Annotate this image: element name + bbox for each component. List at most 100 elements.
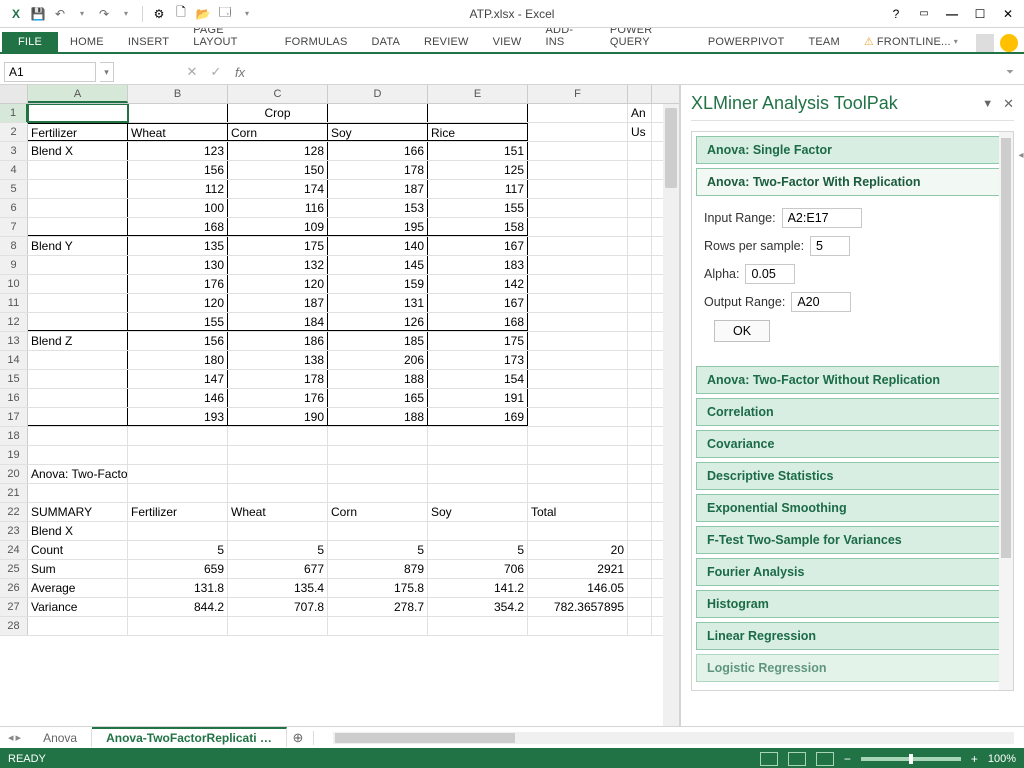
cell[interactable] xyxy=(28,256,128,274)
cell[interactable]: Sum xyxy=(28,560,128,578)
row-header[interactable]: 18 xyxy=(0,427,28,445)
cell[interactable]: 176 xyxy=(228,389,328,407)
ribbon-tab-file[interactable]: FILE xyxy=(2,32,58,52)
cell[interactable] xyxy=(528,294,628,312)
row-header[interactable]: 5 xyxy=(0,180,28,198)
cell[interactable] xyxy=(528,123,628,141)
cell[interactable] xyxy=(128,446,228,464)
cell[interactable]: 782.3657895 xyxy=(528,598,628,616)
row-header[interactable]: 7 xyxy=(0,218,28,236)
cell[interactable] xyxy=(628,503,652,521)
cell[interactable] xyxy=(628,275,652,293)
row-header[interactable]: 27 xyxy=(0,598,28,616)
cell[interactable]: Blend X xyxy=(28,142,128,160)
cell[interactable]: 184 xyxy=(228,313,328,331)
cell[interactable]: 178 xyxy=(328,161,428,179)
cell[interactable] xyxy=(528,161,628,179)
tool-item[interactable]: Correlation xyxy=(696,398,1009,426)
cell[interactable]: 168 xyxy=(428,313,528,331)
cell[interactable] xyxy=(328,427,428,445)
zoom-in-icon[interactable]: + xyxy=(971,752,978,766)
cell[interactable]: 154 xyxy=(428,370,528,388)
cell[interactable] xyxy=(128,522,228,540)
cell[interactable]: 190 xyxy=(228,408,328,426)
cell[interactable]: 146.05 xyxy=(528,579,628,597)
cell[interactable]: 175 xyxy=(428,332,528,350)
cell[interactable] xyxy=(528,104,628,122)
cell[interactable] xyxy=(428,465,528,483)
cell[interactable] xyxy=(328,484,428,502)
cell[interactable] xyxy=(28,484,128,502)
name-box[interactable] xyxy=(4,62,96,82)
cell[interactable]: 20 xyxy=(528,541,628,559)
cell[interactable]: 176 xyxy=(128,275,228,293)
cell[interactable]: 193 xyxy=(128,408,228,426)
ribbon-display-icon[interactable]: ▭ xyxy=(912,4,936,24)
cell[interactable]: 5 xyxy=(128,541,228,559)
cell[interactable]: Blend X xyxy=(28,522,128,540)
zoom-out-icon[interactable]: − xyxy=(844,752,851,766)
cell[interactable]: 145 xyxy=(328,256,428,274)
cell[interactable] xyxy=(28,199,128,217)
cell[interactable]: 112 xyxy=(128,180,228,198)
cell[interactable] xyxy=(628,332,652,350)
cell[interactable]: 166 xyxy=(328,142,428,160)
cell[interactable] xyxy=(228,427,328,445)
cell[interactable]: Blend Y xyxy=(28,237,128,255)
cell[interactable] xyxy=(628,218,652,236)
cell[interactable]: 165 xyxy=(328,389,428,407)
cell[interactable] xyxy=(28,294,128,312)
row-header[interactable]: 2 xyxy=(0,123,28,141)
cell[interactable] xyxy=(128,104,228,122)
col-header-B[interactable]: B xyxy=(128,85,228,103)
sheet-tab-anova[interactable]: Anova xyxy=(29,729,92,747)
cell[interactable] xyxy=(528,484,628,502)
cell[interactable]: 130 xyxy=(128,256,228,274)
qat-dd-icon[interactable]: ▾ xyxy=(237,4,257,24)
cell[interactable]: 132 xyxy=(228,256,328,274)
row-header[interactable]: 9 xyxy=(0,256,28,274)
taskpane-menu-icon[interactable]: ▼ xyxy=(982,98,993,110)
cell[interactable]: 167 xyxy=(428,294,528,312)
cell[interactable] xyxy=(428,522,528,540)
cell[interactable]: 135 xyxy=(128,237,228,255)
cell[interactable]: 187 xyxy=(228,294,328,312)
view-pagelayout-icon[interactable] xyxy=(788,752,806,766)
cell[interactable]: 5 xyxy=(328,541,428,559)
sheet-splitter[interactable] xyxy=(313,731,319,745)
cell[interactable]: An xyxy=(628,104,652,122)
cell[interactable]: 142 xyxy=(428,275,528,293)
cell[interactable]: 158 xyxy=(428,218,528,236)
output-range-field[interactable] xyxy=(791,292,851,312)
cell[interactable] xyxy=(528,617,628,635)
col-header-A[interactable]: A xyxy=(28,85,128,103)
help-icon[interactable]: ? xyxy=(884,4,908,24)
ribbon-tab-view[interactable]: VIEW xyxy=(481,32,534,52)
row-header[interactable]: 14 xyxy=(0,351,28,369)
view-normal-icon[interactable] xyxy=(760,752,778,766)
tool-icon[interactable]: 🗔 xyxy=(215,4,235,24)
cell[interactable] xyxy=(128,617,228,635)
cell[interactable]: 188 xyxy=(328,408,428,426)
cell[interactable]: 195 xyxy=(328,218,428,236)
sheet-tab-active[interactable]: Anova-TwoFactorReplicati … xyxy=(92,727,287,747)
redo-icon[interactable]: ↷ xyxy=(94,4,114,24)
alpha-field[interactable] xyxy=(745,264,795,284)
cell[interactable] xyxy=(28,104,128,122)
tool-item[interactable]: Anova: Two-Factor Without Replication xyxy=(696,366,1009,394)
cell[interactable]: 175 xyxy=(228,237,328,255)
cell[interactable]: Blend Z xyxy=(28,332,128,350)
cell[interactable]: 173 xyxy=(428,351,528,369)
close-icon[interactable]: ✕ xyxy=(996,4,1020,24)
row-header[interactable]: 12 xyxy=(0,313,28,331)
cell[interactable]: Soy xyxy=(428,503,528,521)
cell[interactable] xyxy=(628,294,652,312)
cell[interactable]: 126 xyxy=(328,313,428,331)
cell[interactable] xyxy=(528,408,628,426)
cell[interactable]: 120 xyxy=(128,294,228,312)
scrollbar-thumb[interactable] xyxy=(665,108,677,188)
taskpane-close-icon[interactable]: ✕ xyxy=(1003,96,1014,112)
cell[interactable]: Fertilizer xyxy=(128,503,228,521)
undo-icon[interactable]: ↶ xyxy=(50,4,70,24)
cell[interactable] xyxy=(28,370,128,388)
